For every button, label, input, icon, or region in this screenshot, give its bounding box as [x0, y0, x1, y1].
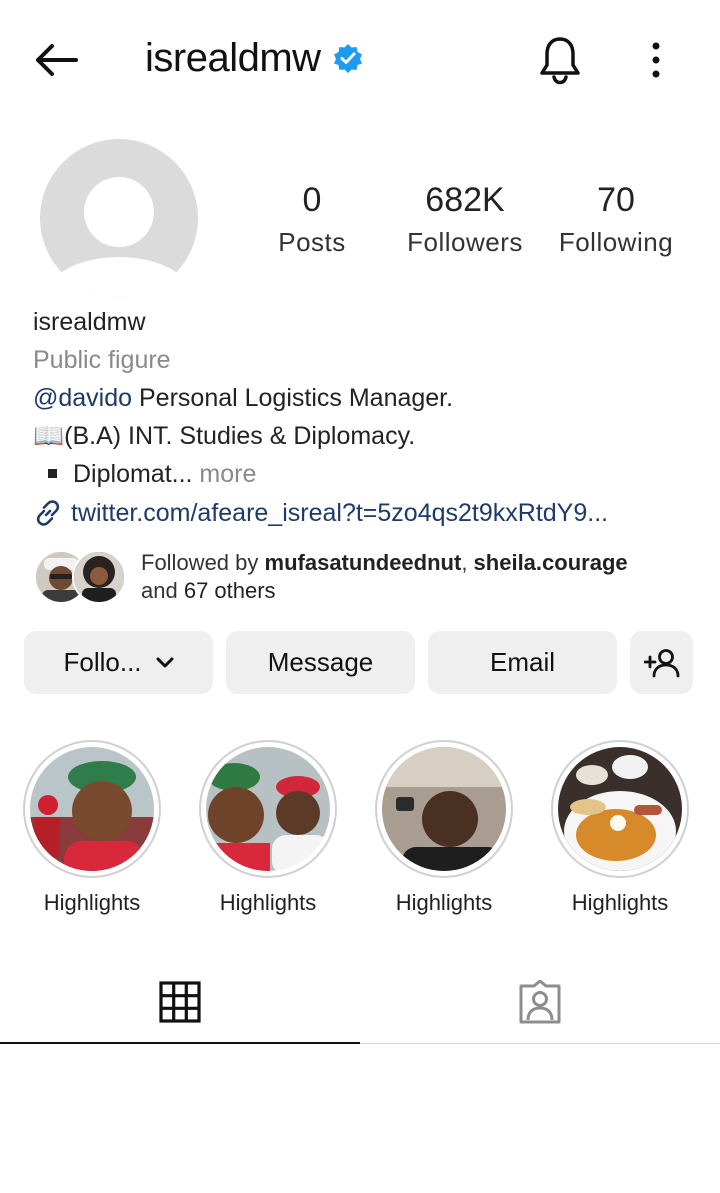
email-button[interactable]: Email [428, 631, 617, 694]
followed-by-prefix: Followed by [141, 550, 265, 575]
highlight-cover-image [558, 747, 682, 871]
tab-tagged[interactable] [360, 960, 720, 1044]
following-button-label: Follo... [63, 647, 142, 677]
stat-following[interactable]: 70 Following [541, 178, 691, 262]
story-highlight-3[interactable]: Highlights [375, 740, 513, 916]
bio-line-3-text: Diplomat... [73, 460, 193, 488]
stat-followers-value: 682K [425, 181, 505, 219]
active-tab-indicator [0, 1042, 360, 1044]
bio-line-3: Diplomat... more [48, 455, 256, 493]
highlight-cover-image [30, 747, 154, 871]
highlight-cover-image [206, 747, 330, 871]
more-vertical-icon [652, 42, 660, 78]
highlight-label: Highlights [395, 890, 493, 915]
profile-username-title: isrealdmw [145, 35, 321, 80]
bio-line-1-text: Personal Logistics Manager. [132, 384, 454, 412]
story-highlight-4[interactable]: Highlights [551, 740, 689, 916]
highlight-cover-image [382, 747, 506, 871]
bio-line-1: @davido Personal Logistics Manager. [33, 379, 453, 417]
stat-followers-label: Followers [407, 227, 523, 257]
following-dropdown-button[interactable]: Follo... [24, 631, 213, 694]
tagged-person-icon [519, 980, 561, 1024]
bullet-icon [48, 468, 57, 478]
story-highlight-2[interactable]: Highlights [199, 740, 337, 916]
back-button[interactable] [26, 36, 86, 84]
followed-by-others: 67 others [183, 578, 276, 603]
avatar-photo [74, 552, 124, 602]
arrow-left-icon [36, 44, 78, 76]
highlight-label: Highlights [219, 890, 317, 915]
bio-name: isrealdmw [33, 308, 146, 336]
stat-posts[interactable]: 0 Posts [237, 178, 387, 262]
suggested-users-button[interactable] [630, 631, 693, 694]
book-emoji-icon: 📖 [33, 422, 65, 450]
stat-following-label: Following [558, 227, 674, 257]
chevron-down-icon [156, 657, 174, 667]
link-icon [36, 500, 60, 526]
tab-posts-grid[interactable] [0, 960, 360, 1044]
followed-by-and: and [141, 578, 184, 603]
followed-by-text[interactable]: Followed by mufasatundeednut, sheila.cou… [141, 549, 701, 605]
highlight-ring[interactable] [199, 740, 337, 878]
bio-line-2: 📖(B.A) INT. Studies & Diplomacy. [33, 417, 415, 455]
verified-badge-icon [333, 44, 362, 73]
bell-icon [540, 37, 580, 85]
more-options-button[interactable] [630, 30, 682, 90]
followed-by-separator: , [461, 550, 474, 575]
highlight-ring[interactable] [551, 740, 689, 878]
grid-icon [159, 981, 201, 1023]
highlight-label: Highlights [43, 890, 141, 915]
bio-line-2-text: (B.A) INT. Studies & Diplomacy. [64, 422, 416, 450]
bio-link-text: twitter.com/afeare_isreal?t=5zo4qs2t9kxR… [71, 499, 609, 527]
stat-followers[interactable]: 682K Followers [390, 178, 540, 262]
followed-by-user-1: mufasatundeednut [264, 550, 462, 575]
avatar-placeholder-head [84, 177, 154, 247]
profile-avatar[interactable] [40, 139, 198, 297]
highlight-ring[interactable] [23, 740, 161, 878]
mutual-follower-avatar-2[interactable] [72, 550, 126, 604]
avatar-placeholder-body [46, 257, 192, 297]
bio-more-link[interactable]: more [192, 460, 256, 488]
notifications-button[interactable] [532, 30, 588, 90]
bio-external-link[interactable]: twitter.com/afeare_isreal?t=5zo4qs2t9kxR… [33, 494, 608, 532]
add-user-icon [643, 648, 679, 677]
followed-by-user-2: sheila.courage [473, 550, 628, 575]
stat-posts-label: Posts [278, 227, 346, 257]
highlight-label: Highlights [571, 890, 669, 915]
stat-posts-value: 0 [302, 181, 322, 219]
bio-mention-link[interactable]: @davido [33, 384, 132, 412]
message-button[interactable]: Message [226, 631, 415, 694]
highlight-ring[interactable] [375, 740, 513, 878]
story-highlight-1[interactable]: Highlights [23, 740, 161, 916]
header-title: isrealdmw [145, 30, 363, 86]
bio-category: Public figure [33, 346, 171, 374]
stat-following-value: 70 [597, 181, 635, 219]
